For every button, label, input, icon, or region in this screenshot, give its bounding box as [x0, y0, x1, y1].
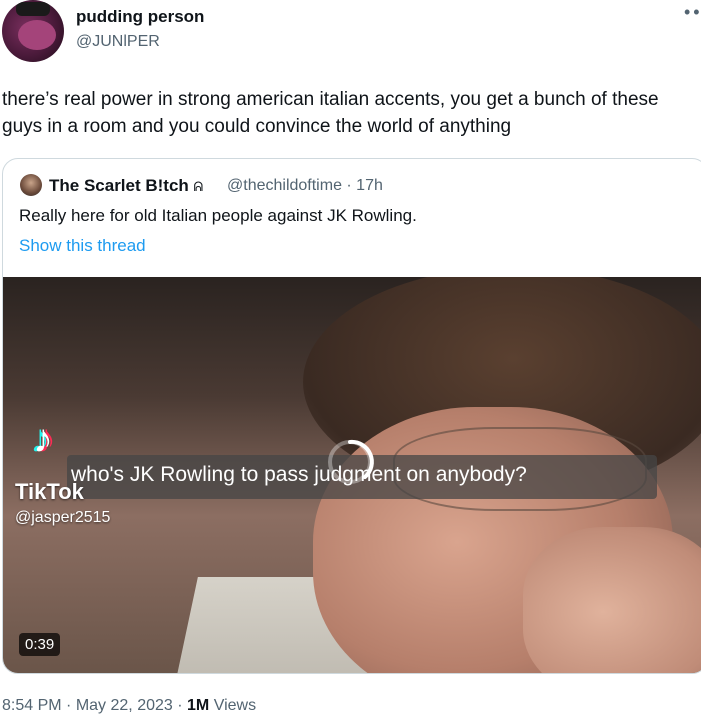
more-dots-icon[interactable]: • •	[684, 2, 700, 23]
avatar-hat	[16, 2, 50, 16]
video-caption: who's JK Rowling to pass judgment on any…	[71, 463, 527, 486]
meta-separator: ·	[66, 697, 76, 714]
user-handle[interactable]: @JUNlPER	[76, 33, 160, 51]
tweet-text: there’s real power in strong american it…	[2, 89, 659, 137]
tiktok-handle: @jasper2515	[15, 509, 111, 526]
show-thread-link[interactable]: Show this thread	[19, 236, 146, 256]
video-duration: 0:39	[19, 633, 61, 656]
avatar-face	[18, 20, 56, 50]
quote-display-name-text: The Scarlet B!tch	[49, 176, 189, 195]
meta-separator: ·	[177, 697, 188, 714]
tweet-meta: 8:54 PM · May 22, 2023 · 1M Views	[2, 697, 256, 715]
tweet-date[interactable]: May 22, 2023	[76, 697, 173, 714]
quote-display-name[interactable]: The Scarlet B!tch ᕱ	[49, 176, 203, 196]
tiktok-brand: TikTok	[15, 479, 84, 504]
name-emoji-icon: ᕱ	[193, 179, 204, 194]
tweet-time[interactable]: 8:54 PM	[2, 697, 62, 714]
views-label: Views	[213, 697, 257, 714]
video-player[interactable]: ♪ who's JK Rowling to pass judgment on a…	[3, 277, 701, 673]
loading-spinner-icon	[328, 439, 374, 484]
quote-handle-time[interactable]: @thechildoftime · 17h	[227, 177, 383, 195]
quote-avatar[interactable]	[20, 174, 42, 196]
video-frame-hand	[523, 527, 701, 673]
quote-tweet-card[interactable]: The Scarlet B!tch ᕱ @thechildoftime · 17…	[2, 158, 701, 674]
quote-text: Really here for old Italian people again…	[19, 206, 417, 225]
display-name[interactable]: pudding person	[76, 7, 204, 27]
views-count: 1M	[187, 697, 210, 714]
tiktok-logo-icon: ♪	[33, 417, 53, 461]
avatar[interactable]	[2, 0, 64, 62]
